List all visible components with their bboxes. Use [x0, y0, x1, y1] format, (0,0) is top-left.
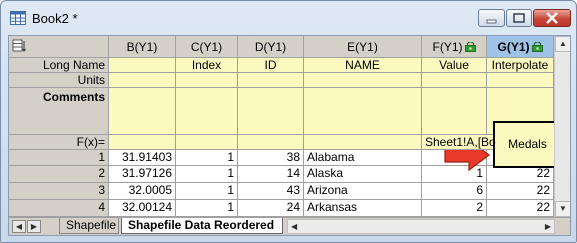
- arrow-down-icon: ▼: [559, 204, 567, 213]
- units-cell[interactable]: [422, 73, 487, 88]
- scroll-down-button[interactable]: ▼: [555, 201, 570, 217]
- column-header-d[interactable]: D(Y1): [238, 36, 304, 58]
- data-cell[interactable]: 1: [176, 166, 238, 183]
- close-button[interactable]: [533, 9, 571, 27]
- column-header-label: D(Y1): [254, 40, 287, 54]
- units-cell[interactable]: [109, 73, 176, 88]
- tab-shapefile[interactable]: Shapefile: [59, 218, 119, 234]
- workbook-window: Book2 * B(Y1) C(Y1) D(Y1) E(Y1) F(Y1) G(…: [0, 0, 577, 243]
- data-cell[interactable]: 14: [238, 166, 304, 183]
- row-number[interactable]: 3: [9, 183, 109, 200]
- column-header-g[interactable]: G(Y1): [487, 36, 554, 58]
- arrow-right-icon[interactable]: ▶: [545, 220, 551, 233]
- comments-cell[interactable]: [422, 88, 487, 135]
- column-header-c[interactable]: C(Y1): [176, 36, 238, 58]
- vertical-scrollbar[interactable]: ▲ ▼: [554, 36, 570, 217]
- row-number[interactable]: 4: [9, 200, 109, 217]
- arrow-right-icon: ▶: [30, 222, 38, 231]
- medals-comment-box[interactable]: Medals: [493, 121, 562, 168]
- lock-icon: [531, 42, 543, 52]
- column-header-f[interactable]: F(Y1): [422, 36, 487, 58]
- data-cell[interactable]: 22: [487, 200, 554, 217]
- data-cell[interactable]: 31.97126: [109, 166, 176, 183]
- minimize-button[interactable]: [478, 9, 505, 27]
- data-cell[interactable]: 43: [238, 183, 304, 200]
- fx-cell[interactable]: Sheet1!A,[Bo: [422, 135, 496, 150]
- horizontal-scrollbar[interactable]: ◀ ▶: [287, 219, 555, 234]
- data-cell[interactable]: 38: [238, 150, 304, 166]
- column-header-e[interactable]: E(Y1): [304, 36, 422, 58]
- maximize-icon: [513, 13, 525, 23]
- title-bar[interactable]: Book2 *: [1, 1, 576, 35]
- worksheet-area: B(Y1) C(Y1) D(Y1) E(Y1) F(Y1) G(Y1) Long…: [8, 35, 571, 236]
- data-cell[interactable]: 31.91403: [109, 150, 176, 166]
- tab-shapefile-data-reordered[interactable]: Shapefile Data Reordered: [121, 218, 283, 234]
- comments-cell[interactable]: [304, 88, 422, 135]
- data-cell[interactable]: 1: [176, 183, 238, 200]
- data-cell[interactable]: 6: [422, 183, 487, 200]
- data-cell[interactable]: 22: [487, 166, 554, 183]
- fx-cell[interactable]: [304, 135, 422, 150]
- fx-cell[interactable]: [176, 135, 238, 150]
- data-cell[interactable]: Arizona: [304, 183, 422, 200]
- data-cell[interactable]: 1: [176, 150, 238, 166]
- column-header-label: E(Y1): [347, 40, 378, 54]
- long-name-cell[interactable]: [109, 58, 176, 73]
- sheet-tab-bar: ◀ ▶ Shapefile Shapefile Data Reordered ◀…: [9, 217, 570, 235]
- units-cell[interactable]: [487, 73, 554, 88]
- data-cell[interactable]: Alaska: [304, 166, 422, 183]
- row-number[interactable]: 1: [9, 150, 109, 166]
- row-label-comments[interactable]: Comments: [9, 88, 109, 135]
- column-header-label: G(Y1): [497, 40, 530, 54]
- arrow-left-icon: ◀: [15, 222, 23, 231]
- data-cell[interactable]: 2: [422, 200, 487, 217]
- units-cell[interactable]: [304, 73, 422, 88]
- row-number[interactable]: 2: [9, 166, 109, 183]
- scroll-up-button[interactable]: ▲: [555, 36, 570, 52]
- first-sheet-button[interactable]: ◀: [12, 220, 26, 233]
- long-name-cell[interactable]: Index: [176, 58, 238, 73]
- row-label-units[interactable]: Units: [9, 73, 109, 88]
- data-cell[interactable]: Alabama: [304, 150, 422, 166]
- column-header-label: C(Y1): [190, 40, 223, 54]
- maximize-button[interactable]: [506, 9, 532, 27]
- long-name-cell[interactable]: ID: [238, 58, 304, 73]
- data-cell[interactable]: Arkansas: [304, 200, 422, 217]
- window-title: Book2 *: [32, 11, 78, 26]
- units-cell[interactable]: [176, 73, 238, 88]
- arrow-left-icon[interactable]: ◀: [291, 220, 297, 233]
- minimize-icon: [486, 19, 497, 24]
- long-name-cell[interactable]: Value: [422, 58, 487, 73]
- workbook-icon: [10, 11, 26, 25]
- comments-cell[interactable]: [238, 88, 304, 135]
- column-header-label: B(Y1): [126, 40, 158, 54]
- comments-cell[interactable]: [109, 88, 176, 135]
- data-cell[interactable]: 24: [238, 200, 304, 217]
- row-label-long-name[interactable]: Long Name: [9, 58, 109, 73]
- data-cell[interactable]: 32.00124: [109, 200, 176, 217]
- data-cell[interactable]: 32.0005: [109, 183, 176, 200]
- arrow-up-icon: ▲: [559, 39, 567, 48]
- sort-grid-icon: [12, 39, 26, 52]
- row-label-fx[interactable]: F(x)=: [9, 135, 109, 150]
- lock-icon: [464, 42, 476, 52]
- comments-cell[interactable]: [176, 88, 238, 135]
- column-header-label: F(Y1): [432, 40, 463, 54]
- next-sheet-button[interactable]: ▶: [27, 220, 41, 233]
- data-cell[interactable]: 22: [487, 183, 554, 200]
- select-all-corner[interactable]: [9, 36, 109, 58]
- fx-cell[interactable]: [238, 135, 304, 150]
- units-cell[interactable]: [238, 73, 304, 88]
- column-header-b[interactable]: B(Y1): [109, 36, 176, 58]
- long-name-cell[interactable]: NAME: [304, 58, 422, 73]
- data-cell[interactable]: 1: [176, 200, 238, 217]
- long-name-cell[interactable]: Interpolate: [487, 58, 554, 73]
- close-icon: [546, 12, 558, 24]
- fx-cell[interactable]: [109, 135, 176, 150]
